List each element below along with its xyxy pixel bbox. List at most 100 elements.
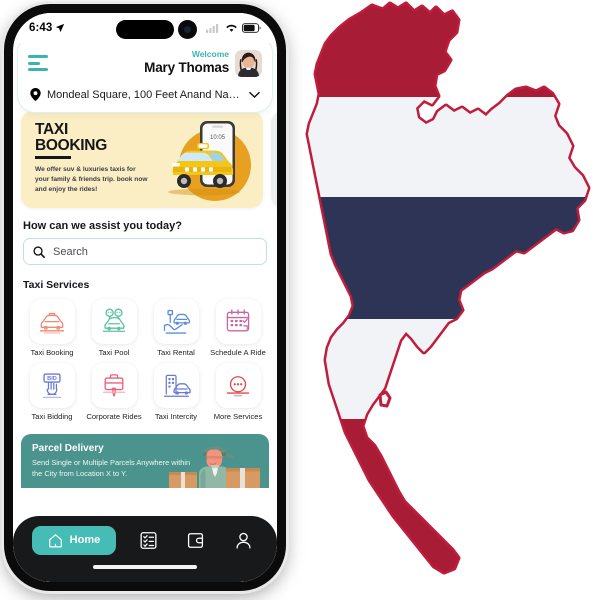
banner-title-line2: BOOKING	[35, 136, 107, 154]
bottom-nav-items: Home	[13, 516, 277, 558]
phone-screen: 6:43 Welcome Mary Thomas Mondeal Square,…	[13, 13, 277, 582]
service-label: Taxi Intercity	[154, 412, 198, 422]
service-icon-box: BID	[29, 363, 75, 409]
stripe-white-top	[308, 97, 588, 197]
app-header: Welcome Mary Thomas Mondeal Square, 100 …	[17, 35, 273, 113]
user-name: Mary Thomas	[144, 60, 229, 76]
service-more-services[interactable]: More Services	[209, 363, 267, 421]
service-schedule-a-ride[interactable]: Schedule A Ride	[209, 299, 267, 357]
hamburger-line	[28, 55, 48, 58]
hamburger-line	[28, 68, 48, 71]
city-car-icon	[163, 374, 191, 397]
nav-item-profile[interactable]	[228, 525, 258, 555]
front-camera	[178, 20, 197, 39]
nav-item-wallet[interactable]	[181, 525, 211, 555]
chevron-down-icon[interactable]	[249, 91, 260, 99]
service-label: Taxi Pool	[98, 348, 130, 357]
nav-item-orders[interactable]	[134, 525, 164, 555]
bid-hand-icon: BID	[42, 373, 62, 398]
parcel-subtitle: Send Single or Multiple Parcels Anywhere…	[32, 457, 191, 479]
assist-heading: How can we assist you today?	[23, 220, 182, 232]
user-avatar-image	[235, 49, 262, 77]
banner-title: TAXI BOOKING	[35, 122, 107, 154]
service-icon-box	[215, 363, 261, 409]
list-icon	[140, 531, 157, 549]
briefcase-tie-icon	[102, 374, 126, 397]
status-bar-left: 6:43	[29, 22, 65, 34]
service-taxi-rental[interactable]: Taxi Rental	[147, 299, 205, 357]
banner-subtitle: We offer suv & luxuries taxis for your f…	[35, 166, 148, 194]
svg-text:BID: BID	[47, 376, 57, 382]
taxi-rental-icon	[163, 309, 191, 334]
map-island	[378, 390, 392, 408]
bottom-navigation: Home	[13, 516, 277, 582]
cellular-signal-icon	[206, 23, 219, 33]
taxi-car-icon	[39, 312, 65, 333]
avatar[interactable]	[235, 49, 262, 77]
taxi-pool-icon	[102, 308, 126, 332]
welcome-label: Welcome	[191, 49, 229, 60]
banner-divider	[35, 156, 71, 159]
status-bar-time: 6:43	[29, 22, 53, 34]
services-heading: Taxi Services	[23, 279, 90, 291]
service-icon-box	[153, 363, 199, 409]
map-pin-icon	[30, 88, 41, 101]
service-taxi-booking[interactable]: Taxi Booking	[23, 299, 81, 357]
banner-title-line1: TAXI	[35, 121, 68, 138]
home-indicator	[93, 565, 197, 569]
profile-icon	[236, 532, 251, 549]
service-corporate-rides[interactable]: Corporate Rides	[85, 363, 143, 421]
hamburger-menu-icon[interactable]	[28, 55, 50, 71]
location-text: Mondeal Square, 100 Feet Anand Naga...	[47, 88, 243, 101]
app-content: TAXI BOOKING We offer suv & luxuries tax…	[13, 107, 277, 582]
service-taxi-bidding[interactable]: BID Taxi Bidding	[23, 363, 81, 421]
service-label: Taxi Bidding	[31, 412, 73, 422]
stripe-red-bottom	[308, 419, 588, 572]
service-label: Taxi Booking	[30, 348, 74, 357]
location-selector[interactable]: Mondeal Square, 100 Feet Anand Naga...	[28, 86, 262, 103]
delivery-person-illustration	[169, 446, 260, 488]
taxi-phone-illustration: 10:05	[168, 121, 251, 201]
more-dots-icon	[226, 376, 250, 397]
wallet-icon	[188, 532, 204, 548]
service-icon-box	[153, 299, 199, 344]
calendar-icon	[226, 308, 250, 331]
promo-banner-next[interactable]	[271, 111, 277, 208]
dynamic-island	[116, 20, 174, 39]
thailand-flag-map	[286, 0, 602, 595]
services-grid: Taxi Booking Taxi Pool Taxi Rental Sched…	[13, 299, 277, 422]
service-taxi-intercity[interactable]: Taxi Intercity	[147, 363, 205, 421]
map-flag-stripes	[308, 4, 588, 572]
promo-carousel[interactable]: TAXI BOOKING We offer suv & luxuries tax…	[13, 107, 277, 208]
service-icon-box	[215, 299, 261, 344]
header-user-text: Welcome Mary Thomas	[144, 49, 229, 76]
service-label: Taxi Rental	[157, 348, 195, 357]
search-placeholder: Search	[53, 245, 88, 258]
header-top-row: Welcome Mary Thomas	[28, 46, 262, 80]
parcel-delivery-card[interactable]: Parcel Delivery Send Single or Multiple …	[21, 433, 269, 488]
thailand-map-svg	[305, 1, 591, 575]
service-label: Corporate Rides	[86, 412, 142, 422]
header-user-block[interactable]: Welcome Mary Thomas	[144, 49, 262, 77]
phone-mockup: 6:43 Welcome Mary Thomas Mondeal Square,…	[4, 4, 286, 591]
nav-item-home-label: Home	[69, 534, 101, 546]
service-icon-box	[91, 363, 137, 409]
hamburger-line	[28, 61, 40, 65]
svg-text:10:05: 10:05	[210, 135, 226, 141]
search-icon	[33, 245, 45, 258]
home-icon	[48, 533, 62, 547]
service-icon-box	[29, 299, 75, 344]
location-arrow-icon	[56, 23, 65, 33]
nav-item-home[interactable]: Home	[31, 525, 117, 555]
parcel-title: Parcel Delivery	[32, 442, 104, 454]
service-taxi-pool[interactable]: Taxi Pool	[85, 299, 143, 357]
service-label: Schedule A Ride	[210, 348, 266, 357]
status-bar-right	[206, 23, 261, 33]
search-input[interactable]: Search	[23, 238, 267, 265]
service-icon-box	[91, 299, 137, 344]
service-label: More Services	[213, 412, 263, 422]
battery-icon	[242, 23, 261, 33]
promo-banner-taxi-booking[interactable]: TAXI BOOKING We offer suv & luxuries tax…	[21, 111, 263, 208]
screenshot-stage: 6:43 Welcome Mary Thomas Mondeal Square,…	[0, 0, 602, 595]
wifi-icon	[226, 24, 237, 32]
